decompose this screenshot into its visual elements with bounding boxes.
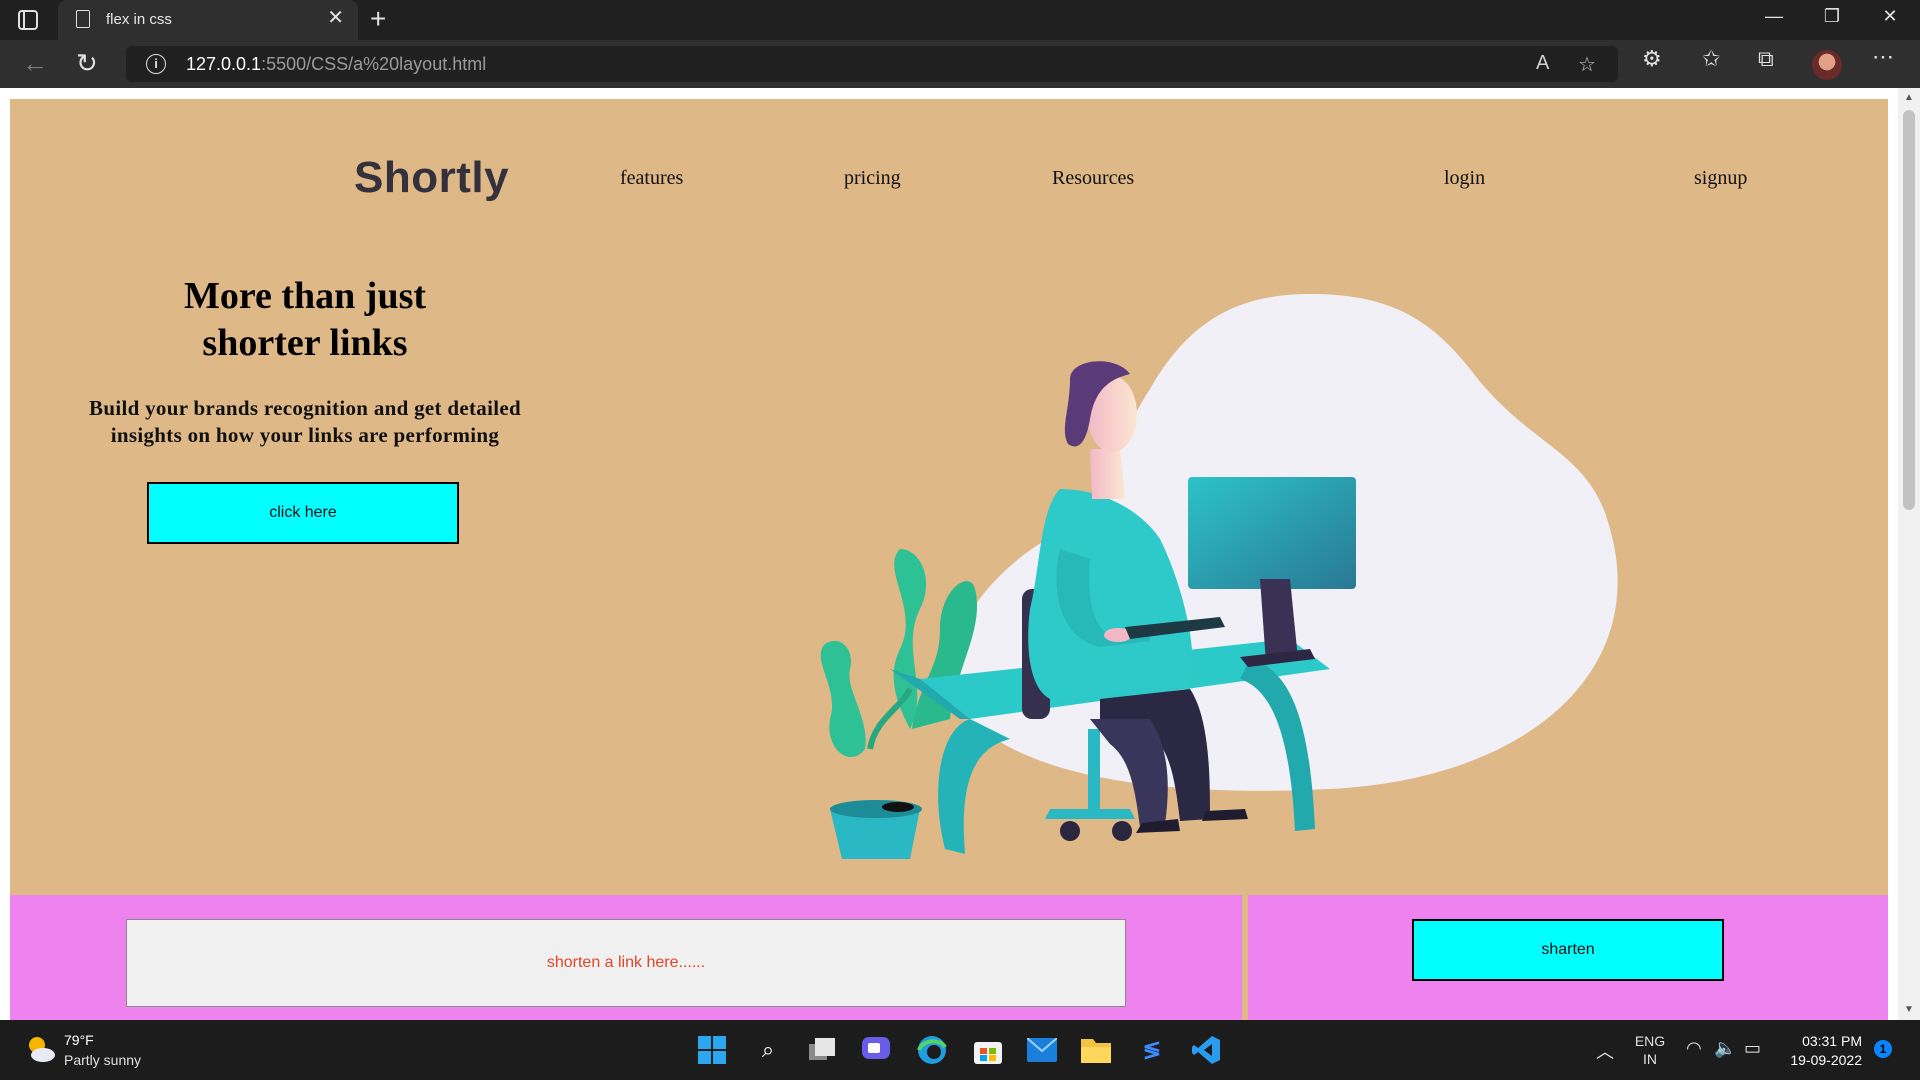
document-icon [76, 10, 90, 28]
click-here-button[interactable]: click here [147, 482, 459, 544]
extensions-icon[interactable]: ⚙ [1642, 46, 1662, 72]
collections-icon[interactable]: ⧉ [1758, 46, 1774, 72]
language-indicator[interactable]: ENG IN [1630, 1032, 1670, 1068]
add-favorite-icon[interactable]: ☆ [1578, 52, 1596, 77]
weather-partly-sunny-icon[interactable] [24, 1034, 56, 1064]
hero-section: Shortly features pricing Resources login… [10, 99, 1888, 895]
back-icon[interactable]: ← [22, 48, 48, 79]
shorten-link-input[interactable] [126, 919, 1126, 1007]
volume-icon[interactable]: 🔈 [1714, 1038, 1736, 1059]
weather-description: Partly sunny [64, 1052, 142, 1068]
page-viewport: Shortly features pricing Resources login… [0, 88, 1920, 1020]
language-line-1: ENG [1634, 1033, 1666, 1049]
edge-icon[interactable] [916, 1034, 948, 1066]
hero-subtext: Build your brands recognition and get de… [50, 395, 560, 449]
scroll-thumb[interactable] [1903, 110, 1915, 510]
system-clock[interactable]: 03:31 PM 19-09-2022 [1776, 1032, 1862, 1070]
start-icon[interactable] [696, 1034, 728, 1066]
headline-line-1: More than just [183, 275, 427, 317]
wifi-icon[interactable]: ◠ [1686, 1038, 1702, 1059]
restore-icon[interactable]: ❐ [1812, 6, 1852, 27]
weather-temperature: 79°F [64, 1032, 94, 1048]
info-icon[interactable]: i [146, 54, 166, 74]
tab-title: flex in css [106, 11, 172, 28]
shorten-section: sharten [10, 895, 1888, 1020]
headline-line-2: shorter links [202, 322, 408, 364]
battery-icon[interactable]: ▭ [1744, 1038, 1761, 1059]
close-icon[interactable]: ✕ [327, 8, 344, 28]
file-explorer-icon[interactable] [1080, 1034, 1112, 1066]
hero-headline: More than just shorter links [10, 273, 600, 367]
nav-resources[interactable]: Resources [1052, 167, 1134, 190]
window-close-icon[interactable]: ✕ [1870, 6, 1910, 27]
power-automate-icon[interactable]: ≶ [1136, 1034, 1168, 1066]
tab-actions-icon[interactable] [18, 10, 38, 30]
taskbar: 79°F Partly sunny ⌕ ≶ ︿ ENG IN ◠ 🔈 ▭ 03:… [0, 1020, 1920, 1080]
nav-features[interactable]: features [620, 167, 683, 190]
subtext-line-2: insights on how your links are performin… [110, 423, 500, 447]
clock-time: 03:31 PM [1802, 1033, 1862, 1049]
scroll-down-icon[interactable]: ▼ [1904, 1004, 1914, 1015]
url-text: 127.0.0.1:5500/CSS/a%20layout.html [186, 54, 486, 75]
search-icon[interactable]: ⌕ [752, 1034, 784, 1066]
sharten-button[interactable]: sharten [1412, 919, 1724, 981]
subtext-line-1: Build your brands recognition and get de… [89, 396, 521, 420]
section-divider [1242, 895, 1248, 1020]
nav-signup[interactable]: signup [1694, 167, 1747, 190]
url-host: 127.0.0.1 [186, 54, 262, 74]
browser-tab[interactable]: flex in css ✕ [58, 0, 358, 40]
nav-pricing[interactable]: pricing [844, 167, 901, 190]
hero-illustration [820, 294, 1618, 859]
page-scrollbar[interactable]: ▲ ▼ [1898, 88, 1920, 1020]
url-bar[interactable]: i 127.0.0.1:5500/CSS/a%20layout.html A ☆ [126, 46, 1618, 82]
task-view-icon[interactable] [806, 1034, 838, 1066]
mail-icon[interactable] [1026, 1034, 1058, 1066]
scroll-up-icon[interactable]: ▲ [1904, 92, 1914, 103]
url-path: :5500/CSS/a%20layout.html [261, 54, 487, 74]
plus-icon[interactable]: + [370, 4, 386, 34]
site-logo[interactable]: Shortly [354, 153, 509, 203]
read-aloud-icon[interactable]: A [1536, 52, 1549, 75]
favorites-icon[interactable]: ✩ [1702, 46, 1720, 72]
notification-badge[interactable]: 1 [1874, 1040, 1892, 1058]
nav-login[interactable]: login [1444, 167, 1485, 190]
more-icon[interactable]: ⋯ [1872, 44, 1894, 70]
chevron-up-icon[interactable]: ︿ [1596, 1038, 1614, 1064]
chat-icon[interactable] [860, 1034, 892, 1066]
clock-date: 19-09-2022 [1790, 1052, 1862, 1068]
store-icon[interactable] [972, 1034, 1004, 1066]
browser-tab-bar: flex in css ✕ + — ❐ ✕ [0, 0, 1920, 40]
minimize-icon[interactable]: — [1754, 6, 1794, 27]
language-line-2: IN [1643, 1051, 1657, 1067]
reload-icon[interactable]: ↻ [76, 48, 98, 79]
profile-avatar[interactable] [1812, 50, 1842, 80]
vscode-icon[interactable] [1190, 1034, 1222, 1066]
address-toolbar: ← ↻ i 127.0.0.1:5500/CSS/a%20layout.html… [0, 40, 1920, 88]
